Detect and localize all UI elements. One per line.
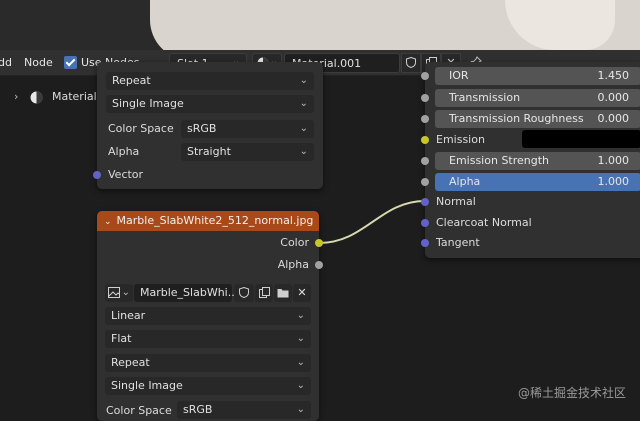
normal-input-socket[interactable] — [421, 198, 429, 206]
emission-strength-input-socket[interactable] — [421, 157, 429, 165]
folder-icon — [277, 289, 289, 298]
image-texture-node-normal[interactable]: ⌄ Marble_SlabWhite2_512_normal.jpg Color … — [97, 211, 323, 421]
color-space-label: Color Space — [108, 122, 174, 135]
chevron-down-icon: ⌄ — [296, 404, 305, 415]
tangent-input-socket[interactable] — [421, 239, 429, 247]
chevron-down-icon: ⌄ — [299, 75, 308, 86]
image-name-field[interactable]: Marble_SlabWhi... — [134, 284, 238, 302]
projection-dropdown[interactable]: Flat ⌄ — [105, 330, 311, 348]
alpha-output-socket[interactable] — [315, 261, 323, 269]
color-space-value: sRGB — [183, 403, 213, 416]
interpolation-value: Linear — [111, 309, 146, 322]
transmission-value: 0.000 — [597, 91, 630, 104]
alpha-label: Alpha — [449, 175, 481, 188]
copy-icon — [258, 287, 270, 298]
source-value: Single Image — [112, 97, 184, 110]
alpha-output-label: Alpha — [277, 258, 309, 271]
close-icon: ✕ — [297, 286, 307, 299]
alpha-mode-dropdown[interactable]: Straight ⌄ — [181, 143, 314, 161]
alpha-slider[interactable]: Alpha 1.000 — [435, 173, 640, 191]
vector-label: Vector — [108, 168, 144, 181]
chevron-down-icon: ⌄ — [299, 123, 308, 134]
open-image-button[interactable] — [274, 284, 292, 302]
chevron-down-icon: ⌄ — [296, 357, 305, 368]
principled-bsdf-node[interactable]: IOR 1.450 Transmission 0.000 Transmissio… — [421, 62, 640, 258]
collapse-chevron-icon[interactable]: ⌄ — [104, 217, 112, 227]
emission-label: Emission — [436, 133, 485, 146]
fake-user-button[interactable] — [234, 284, 254, 302]
transmission-label: Transmission — [449, 91, 521, 104]
alpha-value: 1.000 — [597, 175, 630, 188]
color-space-value: sRGB — [187, 122, 217, 135]
interpolation-dropdown[interactable]: Linear ⌄ — [105, 307, 311, 325]
transmission-roughness-label: Transmission Roughness — [449, 112, 584, 125]
image-browse-button[interactable]: ⌄ — [105, 284, 133, 302]
color-output-label: Color — [280, 236, 309, 249]
image-icon — [108, 287, 120, 298]
emission-strength-slider[interactable]: Emission Strength 1.000 — [435, 152, 640, 170]
ior-label: IOR — [449, 69, 469, 82]
transmission-roughness-value: 0.000 — [597, 112, 630, 125]
extension-value: Repeat — [111, 356, 150, 369]
projection-value: Repeat — [112, 74, 151, 87]
watermark: @稀土掘金技术社区 — [517, 386, 626, 400]
unlink-image-button[interactable]: ✕ — [293, 284, 311, 302]
alpha-mode-value: Straight — [187, 145, 231, 158]
chevron-down-icon: ⌄ — [299, 146, 308, 157]
chevron-down-icon: ⌄ — [299, 98, 308, 109]
source-dropdown[interactable]: Single Image ⌄ — [106, 95, 314, 113]
normal-label: Normal — [436, 195, 476, 208]
chevron-down-icon: ⌄ — [296, 380, 305, 391]
image-name: Marble_SlabWhi... — [140, 286, 239, 299]
shield-icon — [239, 286, 249, 299]
alpha-label: Alpha — [108, 145, 140, 158]
ior-slider[interactable]: IOR 1.450 — [435, 67, 640, 85]
extension-dropdown[interactable]: Repeat ⌄ — [105, 354, 311, 372]
color-output-socket[interactable] — [315, 239, 323, 247]
chevron-down-icon: ⌄ — [296, 310, 305, 321]
source-dropdown[interactable]: Single Image ⌄ — [105, 377, 311, 395]
ior-value: 1.450 — [597, 69, 630, 82]
emission-input-socket[interactable] — [421, 136, 429, 144]
tangent-label: Tangent — [436, 236, 480, 249]
node-title-bar[interactable]: ⌄ Marble_SlabWhite2_512_normal.jpg — [97, 211, 319, 231]
chevron-down-icon: ⌄ — [121, 287, 130, 298]
projection-value: Flat — [111, 332, 132, 345]
color-space-label: Color Space — [106, 404, 172, 417]
vector-input-socket[interactable] — [93, 171, 101, 179]
clearcoat-normal-label: Clearcoat Normal — [436, 216, 532, 229]
emission-strength-value: 1.000 — [597, 154, 630, 167]
emission-color-swatch[interactable] — [522, 130, 640, 148]
transmission-slider[interactable]: Transmission 0.000 — [435, 89, 640, 107]
transmission-input-socket[interactable] — [421, 94, 429, 102]
transmission-roughness-slider[interactable]: Transmission Roughness 0.000 — [435, 110, 640, 128]
transmission-roughness-input-socket[interactable] — [421, 115, 429, 123]
ior-input-socket[interactable] — [421, 72, 429, 80]
emission-strength-label: Emission Strength — [449, 154, 550, 167]
alpha-input-socket[interactable] — [421, 178, 429, 186]
image-texture-node-top[interactable]: Repeat ⌄ Single Image ⌄ Color Space sRGB… — [93, 62, 323, 189]
node-title: Marble_SlabWhite2_512_normal.jpg — [116, 214, 314, 227]
source-value: Single Image — [111, 379, 183, 392]
projection-dropdown[interactable]: Repeat ⌄ — [106, 72, 314, 90]
color-space-dropdown[interactable]: sRGB ⌄ — [177, 401, 311, 419]
chevron-down-icon: ⌄ — [296, 333, 305, 344]
clearcoat-normal-input-socket[interactable] — [421, 219, 429, 227]
color-space-dropdown[interactable]: sRGB ⌄ — [181, 120, 314, 138]
duplicate-image-button[interactable] — [255, 284, 273, 302]
